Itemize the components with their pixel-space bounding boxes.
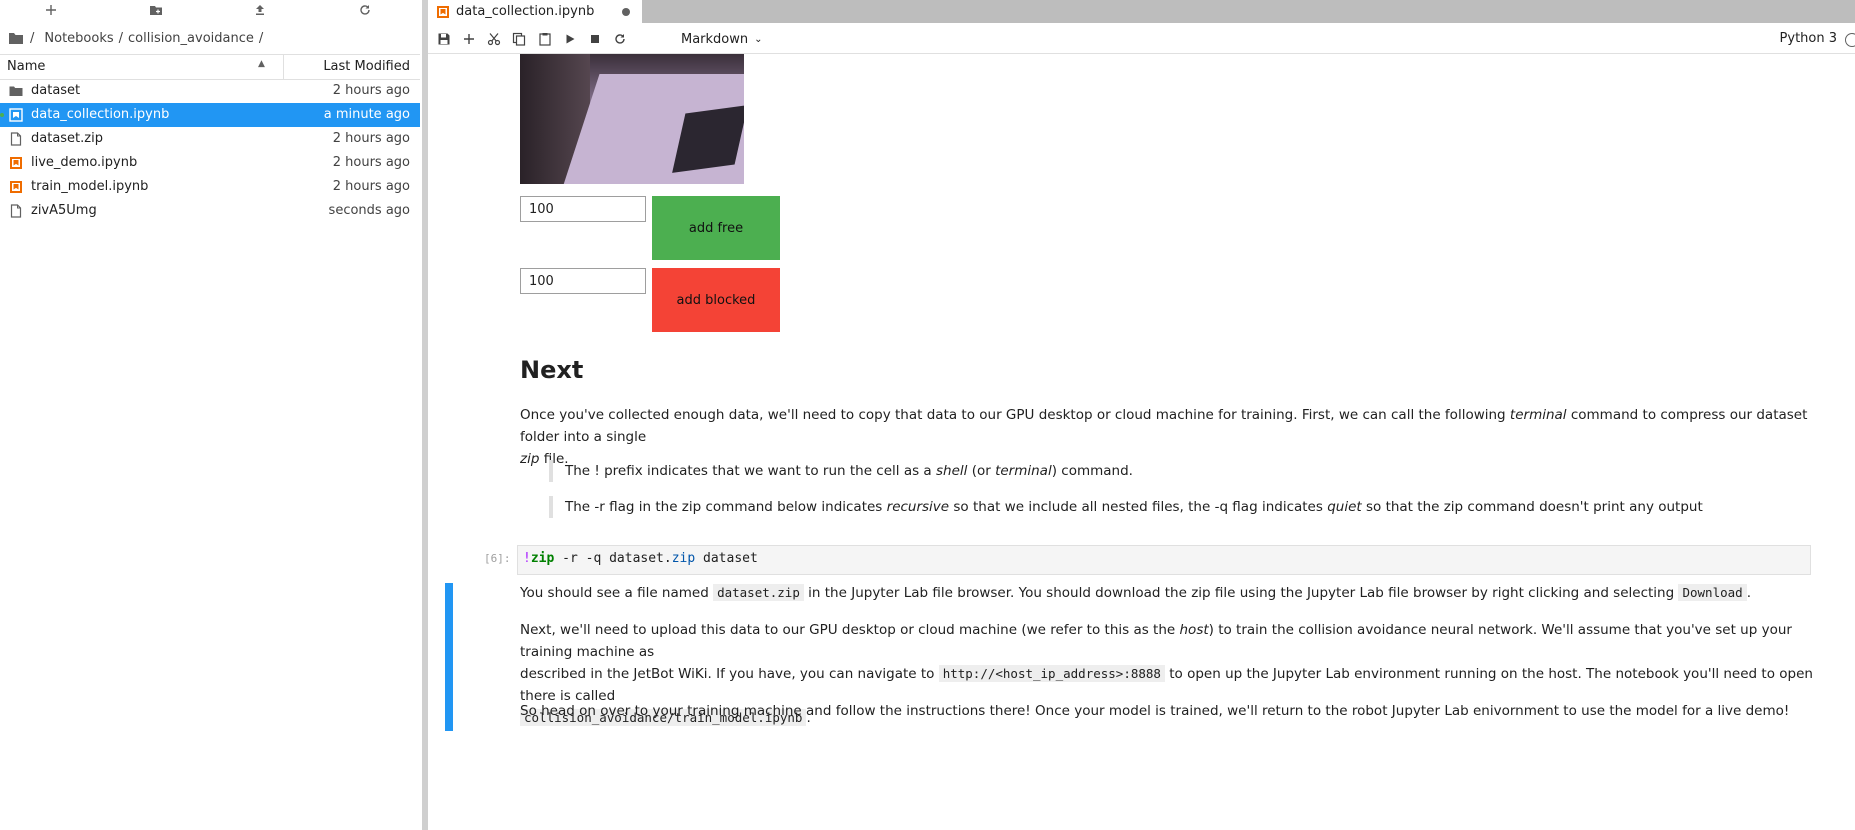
kernel-status-icon[interactable] — [1845, 33, 1855, 47]
file-modified: 2 hours ago — [332, 131, 410, 146]
file-name: dataset.zip — [31, 131, 103, 146]
execution-count-prompt: [6]: — [484, 552, 511, 565]
copy-icon[interactable] — [508, 29, 530, 49]
breadcrumb-trailing-separator: / — [258, 30, 264, 46]
breadcrumb-root[interactable]: / — [30, 31, 34, 46]
tab-data-collection[interactable]: data_collection.ipynb — [428, 0, 642, 23]
notebook-icon — [10, 181, 22, 193]
file-modified: seconds ago — [328, 203, 410, 218]
tab-label: data_collection.ipynb — [456, 4, 595, 19]
code-cell-zip[interactable]: !zip -r -q dataset.zip dataset — [517, 545, 1811, 575]
file-browser-toolbar — [0, 0, 422, 24]
file-name: zivA5Umg — [31, 203, 97, 218]
file-row-data-collection[interactable]: data_collection.ipynb a minute ago — [0, 103, 420, 127]
running-indicator — [0, 113, 4, 117]
breadcrumb: / Notebooks / collision_avoidance / — [8, 28, 268, 48]
save-icon[interactable] — [433, 29, 455, 49]
tab-bar: data_collection.ipynb — [428, 0, 1855, 23]
file-icon — [10, 132, 22, 146]
add-free-button[interactable]: add free — [652, 196, 780, 260]
add-blocked-button[interactable]: add blocked — [652, 268, 780, 332]
notebook-panel: data_collection.ipynb Markdown ⌄ Python … — [428, 0, 1855, 830]
file-name: train_model.ipynb — [31, 179, 149, 194]
new-launcher-icon[interactable] — [36, 0, 66, 20]
file-name: data_collection.ipynb — [31, 107, 170, 122]
blockquote-2: The -r flag in the zip command below ind… — [549, 496, 1703, 518]
paste-icon[interactable] — [534, 29, 556, 49]
file-modified: 2 hours ago — [332, 155, 410, 170]
cut-icon[interactable] — [483, 29, 505, 49]
kernel-name[interactable]: Python 3 — [1780, 31, 1837, 46]
file-icon — [10, 204, 22, 218]
folder-icon[interactable] — [8, 31, 24, 45]
notebook-toolbar: Markdown ⌄ Python 3 — [428, 23, 1855, 54]
cell-type-dropdown[interactable]: Markdown ⌄ — [681, 29, 763, 49]
file-row-ziva5umg[interactable]: zivA5Umg seconds ago — [0, 199, 420, 223]
column-divider[interactable] — [283, 55, 284, 79]
notebook-icon — [10, 157, 22, 169]
file-name: dataset — [31, 83, 81, 98]
blocked-count-input[interactable]: 100 — [520, 268, 646, 294]
run-icon[interactable] — [559, 29, 581, 49]
sort-ascending-icon[interactable]: ▲ — [258, 59, 265, 69]
file-row-train-model[interactable]: train_model.ipynb 2 hours ago — [0, 175, 420, 199]
chevron-down-icon: ⌄ — [754, 33, 763, 45]
stop-icon[interactable] — [584, 29, 606, 49]
active-cell-indicator[interactable] — [445, 583, 453, 731]
file-list-header: Name ▲ Last Modified — [0, 54, 420, 80]
modified-column-header[interactable]: Last Modified — [323, 59, 410, 74]
add-cell-icon[interactable] — [458, 29, 480, 49]
file-modified: 2 hours ago — [332, 179, 410, 194]
file-browser-panel: / Notebooks / collision_avoidance / Name… — [0, 0, 422, 830]
breadcrumb-notebooks[interactable]: Notebooks — [44, 31, 113, 46]
upload-icon[interactable] — [245, 0, 275, 20]
folder-icon — [9, 86, 23, 96]
cell-type-value: Markdown — [681, 31, 749, 47]
file-modified: a minute ago — [323, 107, 410, 122]
blockquote-1: The ! prefix indicates that we want to r… — [549, 460, 1133, 482]
file-row-dataset[interactable]: dataset 2 hours ago — [0, 79, 420, 103]
unsaved-indicator-icon[interactable] — [622, 8, 630, 16]
refresh-icon[interactable] — [350, 0, 380, 20]
breadcrumb-collision-avoidance[interactable]: collision_avoidance — [128, 31, 254, 46]
new-folder-icon[interactable] — [141, 0, 171, 20]
file-modified: 2 hours ago — [332, 83, 410, 98]
next-heading: Next — [520, 356, 584, 384]
free-count-input[interactable]: 100 — [520, 196, 646, 222]
markdown-paragraph-2: You should see a file named dataset.zip … — [520, 584, 1751, 601]
file-row-dataset-zip[interactable]: dataset.zip 2 hours ago — [0, 127, 420, 151]
notebook-content[interactable]: 100 add free 100 add blocked Next Once y… — [428, 54, 1855, 830]
name-column-header[interactable]: Name — [7, 59, 45, 74]
camera-image — [520, 54, 744, 184]
file-list: dataset 2 hours ago data_collection.ipyn… — [0, 79, 420, 223]
notebook-icon — [437, 5, 449, 18]
notebook-icon — [9, 108, 23, 122]
file-name: live_demo.ipynb — [31, 155, 138, 170]
markdown-paragraph-4: So head on over to your training machine… — [520, 703, 1790, 719]
file-row-live-demo[interactable]: live_demo.ipynb 2 hours ago — [0, 151, 420, 175]
restart-icon[interactable] — [609, 29, 631, 49]
